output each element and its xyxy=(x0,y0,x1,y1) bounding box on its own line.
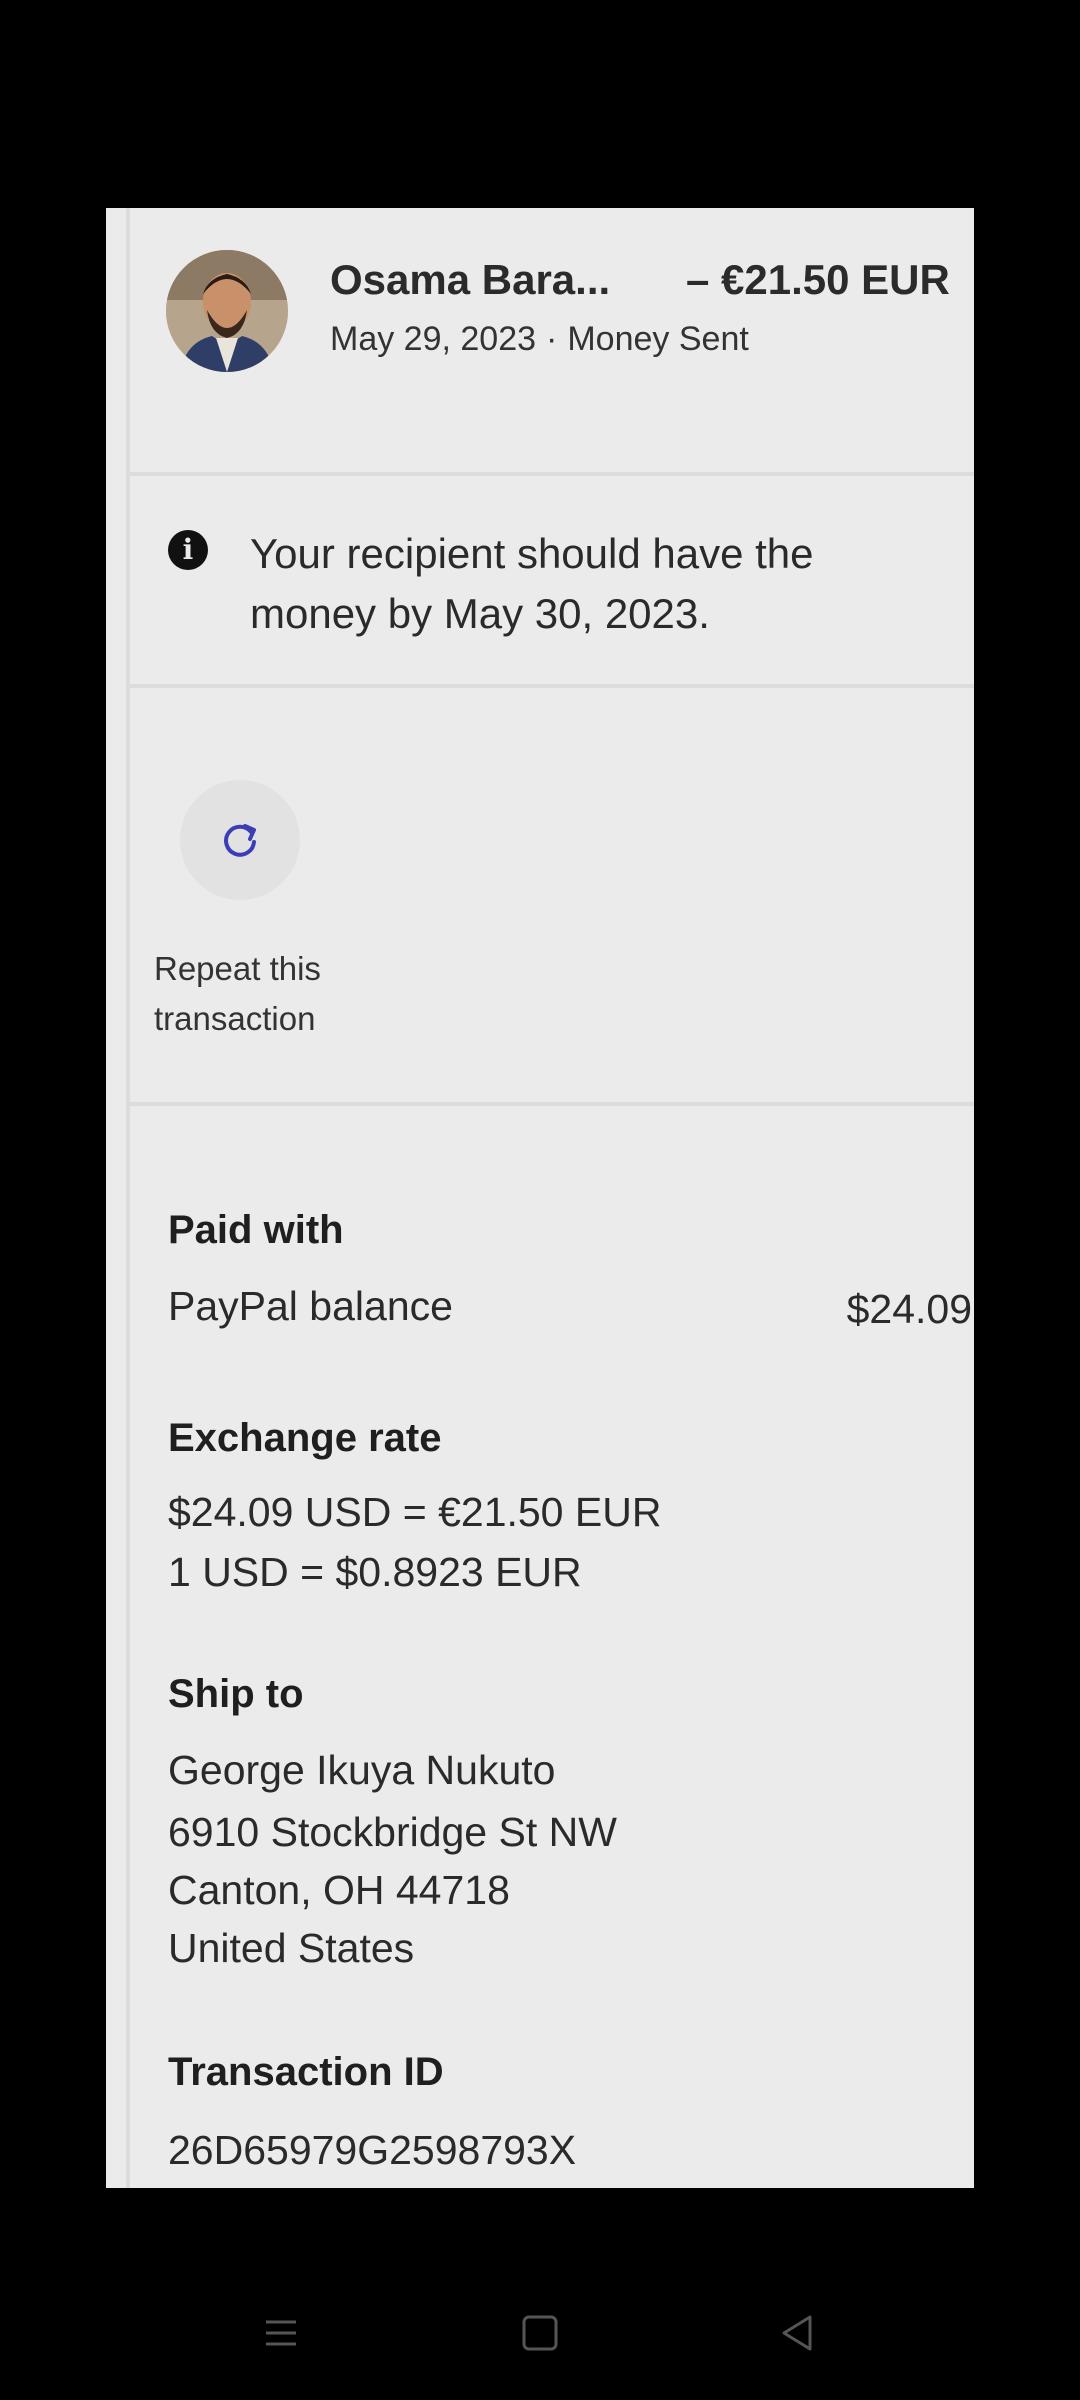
ship-to-country: United States xyxy=(168,1925,415,1971)
transaction-amount: – €21.50 EUR xyxy=(686,256,950,303)
ship-to-heading: Ship to xyxy=(168,1672,304,1716)
exchange-rate-heading: Exchange rate xyxy=(168,1416,442,1460)
transaction-id-value[interactable]: 26D65979G2598793X xyxy=(168,2120,576,2180)
transaction-id-heading: Transaction ID xyxy=(168,2050,444,2094)
payment-method: PayPal balance xyxy=(168,1283,453,1329)
recipient-avatar xyxy=(166,250,288,372)
left-edge-rule xyxy=(126,208,130,2188)
refresh-icon xyxy=(224,824,256,857)
home-square-icon[interactable] xyxy=(517,2310,563,2356)
ship-to-city: Canton, OH 44718 xyxy=(168,1867,510,1913)
divider xyxy=(130,684,974,688)
meta-separator: · xyxy=(546,320,558,358)
repeat-transaction-button[interactable] xyxy=(180,780,300,900)
exchange-rate-line1: $24.09 USD = €21.50 EUR xyxy=(168,1489,662,1535)
divider xyxy=(130,1102,974,1106)
back-triangle-icon[interactable] xyxy=(774,2310,820,2356)
delivery-info-text: Your recipient should have the money by … xyxy=(250,530,814,637)
ship-to-street: 6910 Stockbridge St NW xyxy=(168,1809,617,1855)
repeat-transaction-label[interactable]: Repeat this transaction xyxy=(154,944,414,1044)
recipient-name[interactable]: Osama Bara... xyxy=(330,256,610,304)
transaction-type: Money Sent xyxy=(567,320,749,358)
divider xyxy=(130,472,974,476)
payment-amount: $24.09 xyxy=(846,1286,972,1332)
paid-with-heading: Paid with xyxy=(168,1208,344,1252)
ship-to-name: George Ikuya Nukuto xyxy=(168,1747,556,1793)
info-icon: i xyxy=(168,530,208,570)
transaction-date: May 29, 2023 xyxy=(330,320,537,358)
exchange-rate-line2: 1 USD = $0.8923 EUR xyxy=(168,1549,582,1595)
transaction-meta: May 29, 2023 · Money Sent xyxy=(330,314,750,364)
avatar-photo xyxy=(166,250,288,372)
transaction-details-screen: Osama Bara... – €21.50 EUR May 29, 2023 ·… xyxy=(106,208,974,2188)
menu-icon[interactable] xyxy=(258,2310,304,2356)
